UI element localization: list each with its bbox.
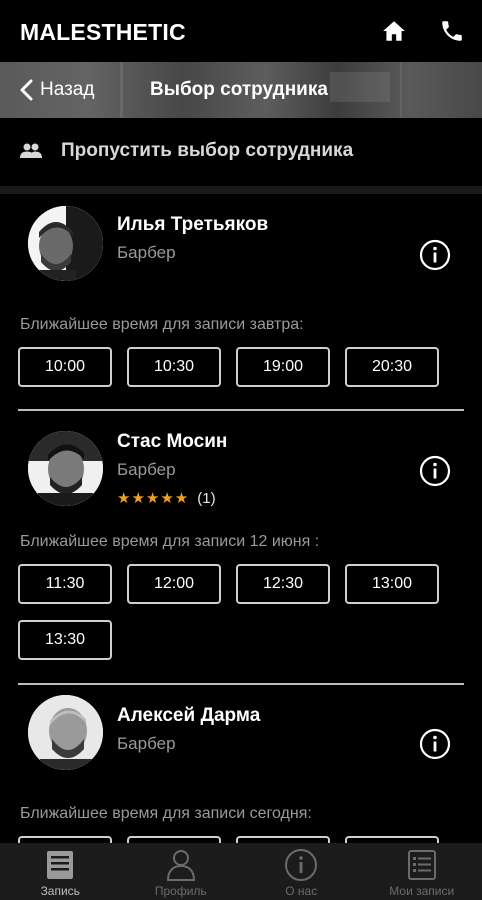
slots-label: Ближайшее время для записи завтра:	[20, 316, 304, 333]
tab-label: О нас	[285, 884, 318, 898]
tab-about[interactable]: О нас	[241, 843, 362, 900]
staff-name: Алексей Дарма	[117, 705, 261, 726]
top-bar: MALESTHETIC	[0, 0, 482, 62]
time-slot[interactable]: 19:00	[236, 347, 330, 387]
phone-icon[interactable]	[439, 18, 465, 44]
skip-staff-button[interactable]: Пропустить выбор сотрудника	[0, 118, 482, 186]
tab-label: Профиль	[154, 884, 207, 898]
slots-label: Ближайшее время для записи сегодня:	[20, 805, 312, 822]
info-icon	[285, 849, 318, 881]
time-slot[interactable]: 20:30	[345, 347, 439, 387]
chevron-left-icon	[20, 79, 33, 101]
time-slot[interactable]: 13:00	[345, 564, 439, 604]
time-slot[interactable]: 12:00	[127, 564, 221, 604]
info-icon[interactable]	[419, 239, 451, 271]
info-icon[interactable]	[419, 728, 451, 760]
home-icon[interactable]	[381, 18, 407, 44]
page-title: Выбор сотрудника	[150, 79, 328, 100]
list-icon	[407, 850, 436, 880]
slots-label: Ближайшее время для записи 12 июня :	[20, 533, 320, 550]
staff-role: Барбер	[117, 460, 176, 479]
back-label: Назад	[40, 79, 95, 100]
staff-name: Стас Мосин	[117, 431, 228, 452]
profile-icon	[166, 850, 195, 881]
time-slot[interactable]: 13:30	[18, 620, 112, 660]
time-slot[interactable]: 10:30	[127, 347, 221, 387]
avatar	[28, 431, 103, 506]
tab-my-bookings[interactable]: Мои записи	[362, 843, 482, 900]
tab-profile[interactable]: Профиль	[121, 843, 242, 900]
bottom-tab-bar: Запись Профиль О нас Мои записи	[0, 843, 482, 900]
back-button[interactable]: Назад	[18, 76, 94, 104]
avatar	[28, 206, 103, 281]
tab-label: Мои записи	[389, 884, 455, 898]
staff-role: Барбер	[117, 734, 176, 753]
separator	[18, 409, 464, 411]
tab-booking[interactable]: Запись	[0, 843, 121, 900]
tab-label: Запись	[40, 884, 80, 898]
nav-bar: Назад Выбор сотрудника	[0, 62, 482, 118]
avatar	[28, 695, 103, 770]
skip-label: Пропустить выбор сотрудника	[61, 140, 354, 161]
time-slot[interactable]: 10:00	[18, 347, 112, 387]
time-slot[interactable]: 11:30	[18, 564, 112, 604]
rating-count: (1)	[197, 489, 216, 507]
staff-name: Илья Третьяков	[117, 214, 269, 235]
time-slot[interactable]: 12:30	[236, 564, 330, 604]
section-divider	[0, 186, 482, 194]
info-icon[interactable]	[419, 455, 451, 487]
separator	[18, 683, 464, 685]
booking-icon	[47, 851, 74, 879]
staff-role: Барбер	[117, 243, 176, 262]
rating: ★★★★★ (1)	[117, 489, 216, 508]
star-rating-icons: ★★★★★	[117, 490, 190, 507]
brand-title: MALESTHETIC	[20, 19, 186, 45]
users-icon	[20, 143, 42, 158]
